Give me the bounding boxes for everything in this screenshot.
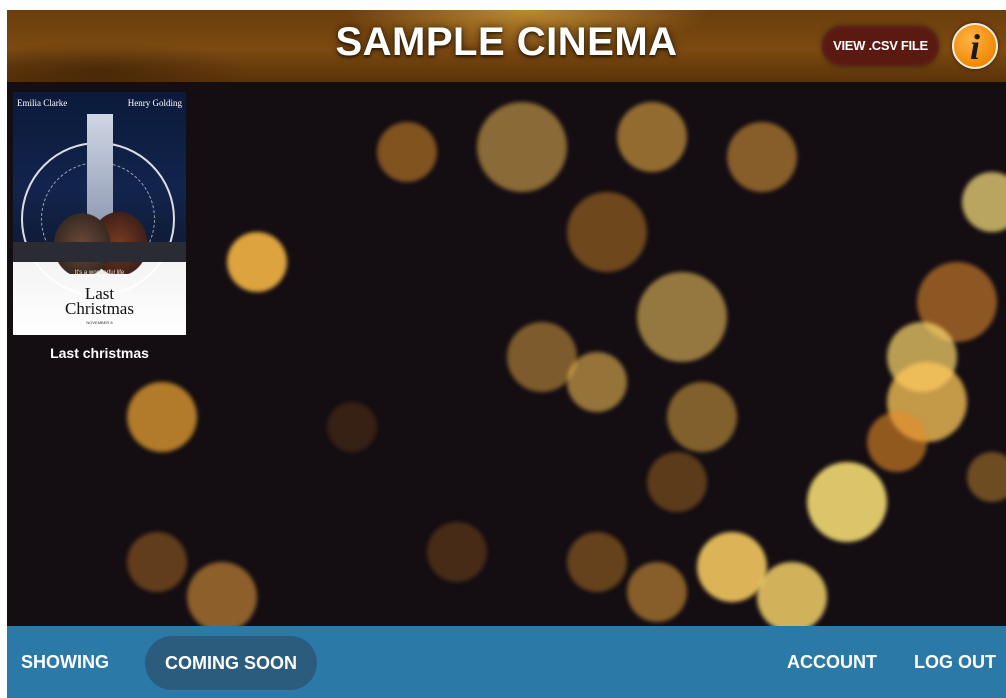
poster-actor-right: Henry Golding [127, 98, 182, 108]
movie-title[interactable]: Last christmas [13, 345, 186, 361]
poster-tagline: It's a wonderful life [74, 270, 125, 276]
nav-showing[interactable]: SHOWING [21, 626, 109, 698]
poster-title: Last Christmas [13, 285, 186, 318]
poster-actor-left: Emilia Clarke [17, 98, 68, 108]
movie-card[interactable]: Emilia Clarke Henry Golding It's a wonde… [13, 92, 186, 361]
view-csv-button[interactable]: VIEW .CSV FILE [822, 26, 939, 66]
poster-title-line2: Christmas [65, 299, 134, 318]
movie-poster[interactable]: Emilia Clarke Henry Golding It's a wonde… [13, 92, 186, 335]
poster-date: NOVEMBER 8 [86, 320, 113, 325]
info-button[interactable]: i [952, 23, 998, 69]
bottom-nav-bar: SHOWING COMING SOON ACCOUNT LOG OUT [7, 626, 1006, 698]
cinema-app: SAMPLE CINEMA VIEW .CSV FILE i Emilia Cl… [7, 10, 1006, 698]
poster-bench [13, 242, 186, 262]
info-icon: i [969, 27, 980, 67]
nav-account[interactable]: ACCOUNT [787, 626, 877, 698]
nav-coming-soon[interactable]: COMING SOON [145, 636, 318, 690]
header-bar: SAMPLE CINEMA VIEW .CSV FILE i [7, 10, 1006, 82]
nav-log-out[interactable]: LOG OUT [914, 626, 996, 698]
poster-couple [43, 202, 155, 274]
